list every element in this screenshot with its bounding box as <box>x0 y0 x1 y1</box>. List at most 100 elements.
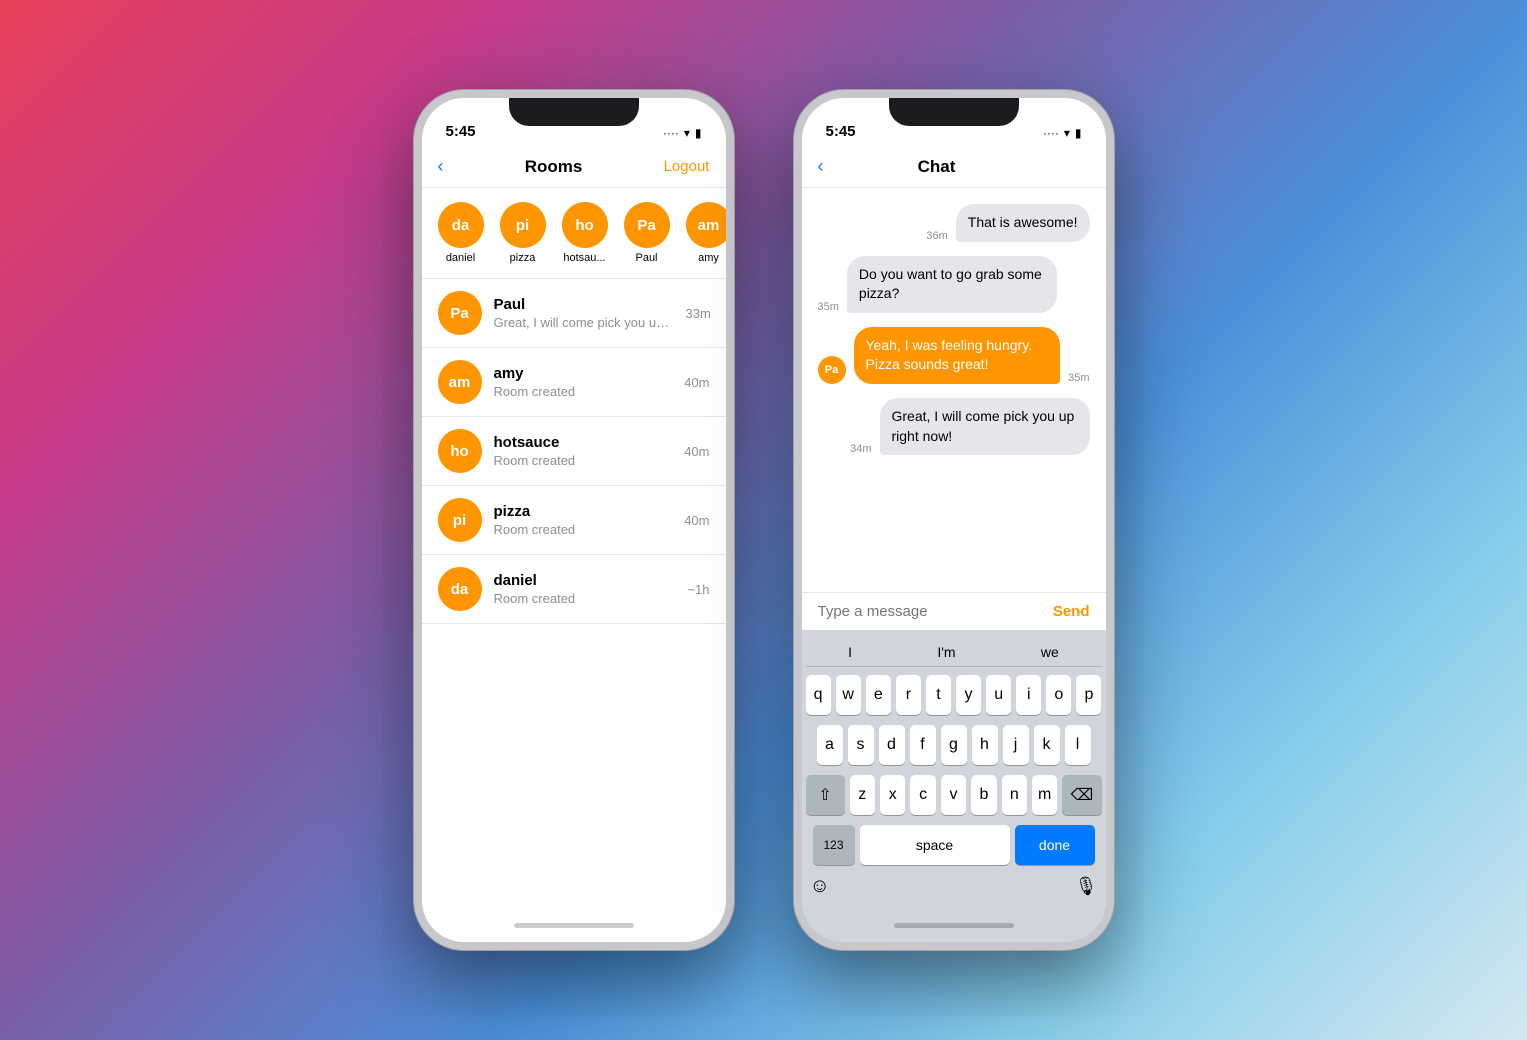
key-p[interactable]: p <box>1076 675 1101 715</box>
avatar-item-paul[interactable]: Pa Paul <box>624 202 670 264</box>
key-c[interactable]: c <box>910 775 935 815</box>
messages-area: 36m That is awesome! 35m Do you want to … <box>802 188 1106 592</box>
avatar-item-hotsauce[interactable]: ho hotsau... <box>562 202 608 264</box>
key-v[interactable]: v <box>941 775 966 815</box>
avatar-item-daniel[interactable]: da daniel <box>438 202 484 264</box>
message-time-4: 34m <box>850 443 871 455</box>
key-z[interactable]: z <box>850 775 875 815</box>
key-i[interactable]: i <box>1016 675 1041 715</box>
avatar-label-paul: Paul <box>635 252 657 264</box>
key-k[interactable]: k <box>1034 725 1060 765</box>
key-delete[interactable]: ⌫ <box>1062 775 1101 815</box>
key-done[interactable]: done <box>1015 825 1095 865</box>
room-item-hotsauce[interactable]: ho hotsauce Room created 40m <box>422 417 726 486</box>
rooms-title: Rooms <box>525 157 583 177</box>
room-avatar-amy: am <box>438 360 482 404</box>
room-item-daniel[interactable]: da daniel Room created ~1h <box>422 555 726 624</box>
room-preview-pizza: Room created <box>494 522 673 537</box>
key-j[interactable]: j <box>1003 725 1029 765</box>
kb-row-4: 123 space done <box>806 825 1102 865</box>
room-preview-amy: Room created <box>494 384 673 399</box>
back-button[interactable]: ‹ <box>438 156 444 177</box>
chat-title: Chat <box>918 157 956 177</box>
rooms-content: da daniel pi pizza ho hotsau... Pa Paul … <box>422 188 726 908</box>
room-info-daniel: daniel Room created <box>494 572 676 606</box>
room-info-pizza: pizza Room created <box>494 503 673 537</box>
chat-back-button[interactable]: ‹ <box>818 156 824 177</box>
status-time-rooms: 5:45 <box>446 123 476 140</box>
key-y[interactable]: y <box>956 675 981 715</box>
key-d[interactable]: d <box>879 725 905 765</box>
key-o[interactable]: o <box>1046 675 1071 715</box>
message-bubble-2: Do you want to go grab some pizza? <box>847 256 1057 313</box>
key-s[interactable]: s <box>848 725 874 765</box>
room-avatar-pizza: pi <box>438 498 482 542</box>
key-u[interactable]: u <box>986 675 1011 715</box>
room-info-hotsauce: hotsauce Room created <box>494 434 673 468</box>
key-b[interactable]: b <box>971 775 996 815</box>
key-f[interactable]: f <box>910 725 936 765</box>
avatar-circle-amy: am <box>686 202 726 248</box>
room-item-pizza[interactable]: pi pizza Room created 40m <box>422 486 726 555</box>
message-input[interactable] <box>818 603 1045 620</box>
key-q[interactable]: q <box>806 675 831 715</box>
key-m[interactable]: m <box>1032 775 1057 815</box>
kb-suggest-im[interactable]: I'm <box>937 644 955 660</box>
key-n[interactable]: n <box>1002 775 1027 815</box>
send-button[interactable]: Send <box>1053 603 1090 620</box>
avatar-circle-pizza: pi <box>500 202 546 248</box>
signal-icon-chat: ···· <box>1043 126 1059 140</box>
room-item-amy[interactable]: am amy Room created 40m <box>422 348 726 417</box>
status-icons-chat: ···· ▾ ▮ <box>1043 126 1082 140</box>
key-space[interactable]: space <box>860 825 1010 865</box>
key-r[interactable]: r <box>896 675 921 715</box>
avatar-circle-daniel: da <box>438 202 484 248</box>
rooms-screen: ‹ Rooms Logout da daniel pi pizza ho hot… <box>422 146 726 908</box>
key-x[interactable]: x <box>880 775 905 815</box>
phone-rooms: 5:45 ···· ▾ ▮ ‹ Rooms Logout da daniel p… <box>414 90 734 950</box>
key-g[interactable]: g <box>941 725 967 765</box>
room-avatar-hotsauce: ho <box>438 429 482 473</box>
avatar-item-amy[interactable]: am amy <box>686 202 726 264</box>
home-indicator-chat <box>802 908 1106 942</box>
key-123[interactable]: 123 <box>813 825 855 865</box>
key-e[interactable]: e <box>866 675 891 715</box>
key-shift[interactable]: ⇧ <box>806 775 845 815</box>
signal-icon: ···· <box>663 126 679 140</box>
key-w[interactable]: w <box>836 675 861 715</box>
kb-row-1: q w e r t y u i o p <box>806 675 1102 715</box>
avatar-label-daniel: daniel <box>446 252 475 264</box>
notch-chat <box>889 98 1019 126</box>
room-avatar-paul: Pa <box>438 291 482 335</box>
room-name-pizza: pizza <box>494 503 673 520</box>
chat-content: 36m That is awesome! 35m Do you want to … <box>802 188 1106 908</box>
chat-screen: ‹ Chat 36m That is awesome! 35m Do you w… <box>802 146 1106 908</box>
kb-suggest-i[interactable]: I <box>848 644 852 660</box>
mic-button[interactable]: 🎙 <box>1075 876 1098 897</box>
emoji-button[interactable]: ☺ <box>810 875 830 898</box>
room-info-paul: Paul Great, I will come pick you up righ… <box>494 296 674 330</box>
key-a[interactable]: a <box>817 725 843 765</box>
avatar-label-amy: amy <box>698 252 719 264</box>
room-name-hotsauce: hotsauce <box>494 434 673 451</box>
kb-row-3: ⇧ z x c v b n m ⌫ <box>806 775 1102 815</box>
avatar-label-hotsauce: hotsau... <box>563 252 605 264</box>
room-time-paul: 33m <box>686 306 711 321</box>
room-item-paul[interactable]: Pa Paul Great, I will come pick you up r… <box>422 279 726 348</box>
message-time-2: 35m <box>818 301 839 313</box>
kb-suggest-we[interactable]: we <box>1041 644 1059 660</box>
logout-button[interactable]: Logout <box>664 158 710 175</box>
kb-bottom-row: ☺ 🎙 <box>806 875 1102 898</box>
message-bubble-1: That is awesome! <box>956 204 1090 242</box>
room-info-amy: amy Room created <box>494 365 673 399</box>
message-row-3: Pa Yeah, I was feeling hungry. Pizza sou… <box>818 327 1090 384</box>
key-h[interactable]: h <box>972 725 998 765</box>
home-bar-rooms <box>514 923 634 928</box>
key-l[interactable]: l <box>1065 725 1091 765</box>
room-preview-paul: Great, I will come pick you up right ... <box>494 315 674 330</box>
status-time-chat: 5:45 <box>826 123 856 140</box>
avatars-row: da daniel pi pizza ho hotsau... Pa Paul … <box>422 188 726 279</box>
avatar-circle-hotsauce: ho <box>562 202 608 248</box>
avatar-item-pizza[interactable]: pi pizza <box>500 202 546 264</box>
key-t[interactable]: t <box>926 675 951 715</box>
